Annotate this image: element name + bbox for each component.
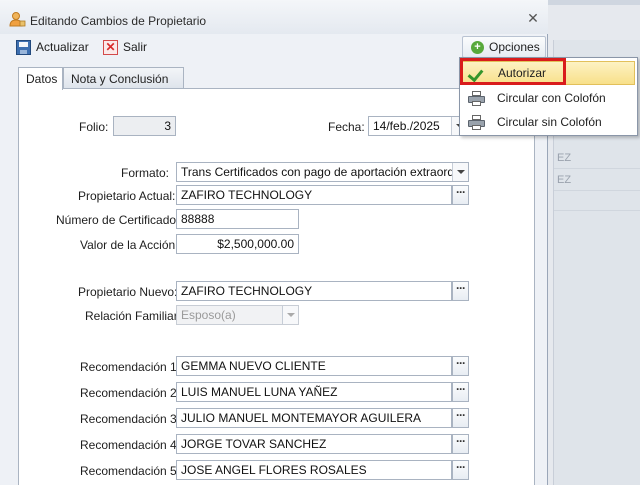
background-row: EZ bbox=[554, 169, 640, 191]
recomendacion-3-browse-button[interactable]: ··· bbox=[452, 408, 469, 428]
recomendacion-3-label: Recomendación 3: bbox=[80, 412, 181, 426]
propietario-actual-label: Propietario Actual: bbox=[78, 189, 176, 203]
recomendacion-1-field[interactable]: GEMMA NUEVO CLIENTE bbox=[176, 356, 452, 376]
close-icon[interactable]: ✕ bbox=[526, 11, 540, 25]
menu-item-label: Circular con Colofón bbox=[497, 91, 606, 105]
formato-label: Formato: bbox=[121, 166, 170, 180]
check-icon bbox=[466, 62, 488, 84]
background-row bbox=[554, 191, 640, 211]
plus-icon: + bbox=[471, 40, 484, 54]
menu-item-autorizar[interactable]: Autorizar bbox=[462, 61, 635, 85]
tab-datos[interactable]: Datos bbox=[18, 67, 63, 90]
relacion-familiar-label: Relación Familiar: bbox=[85, 309, 182, 323]
chevron-down-icon[interactable] bbox=[452, 163, 468, 181]
recomendacion-4-browse-button[interactable]: ··· bbox=[452, 434, 469, 454]
formato-select[interactable]: Trans Certificados con pago de aportació… bbox=[176, 162, 469, 182]
update-button-label: Actualizar bbox=[36, 40, 89, 54]
fecha-picker[interactable]: 14/feb./2025 bbox=[368, 116, 468, 136]
options-button[interactable]: + Opciones bbox=[462, 36, 546, 58]
titlebar[interactable]: Editando Cambios de Propietario ✕ bbox=[0, 0, 548, 34]
background-row-text: EZ bbox=[557, 174, 572, 186]
close-red-icon: ✕ bbox=[103, 39, 118, 55]
printer-icon bbox=[465, 87, 487, 109]
valor-accion-field[interactable]: $2,500,000.00 bbox=[176, 234, 299, 254]
propietario-actual-field[interactable]: ZAFIRO TECHNOLOGY bbox=[176, 185, 452, 205]
recomendacion-5-field[interactable]: JOSE ANGEL FLORES ROSALES bbox=[176, 460, 452, 480]
menu-item-circular-sin-colofon[interactable]: Circular sin Colofón bbox=[462, 110, 635, 134]
tab-nota-conclusion[interactable]: Nota y Conclusión bbox=[63, 67, 184, 89]
update-button[interactable]: Actualizar bbox=[16, 38, 89, 56]
printer-icon bbox=[465, 111, 487, 133]
propietario-actual-browse-button[interactable]: ··· bbox=[452, 185, 469, 205]
recomendacion-1-browse-button[interactable]: ··· bbox=[452, 356, 469, 376]
menu-item-circular-con-colofon[interactable]: Circular con Colofón bbox=[462, 86, 635, 110]
options-button-label: Opciones bbox=[489, 40, 540, 54]
user-edit-icon bbox=[9, 12, 26, 27]
tab-panel-datos: Folio: 3 Fecha: 14/feb./2025 Formato: Tr… bbox=[18, 88, 535, 485]
fecha-label: Fecha: bbox=[328, 120, 365, 134]
recomendacion-4-field[interactable]: JORGE TOVAR SANCHEZ bbox=[176, 434, 452, 454]
valor-accion-label: Valor de la Acción: bbox=[80, 238, 179, 252]
recomendacion-2-field[interactable]: LUIS MANUEL LUNA YAÑEZ bbox=[176, 382, 452, 402]
background-row: EZ bbox=[554, 147, 640, 169]
menu-item-label: Circular sin Colofón bbox=[497, 115, 602, 129]
exit-button-label: Salir bbox=[123, 40, 148, 54]
recomendacion-5-label: Recomendación 5: bbox=[80, 464, 181, 478]
propietario-nuevo-label: Propietario Nuevo: bbox=[78, 285, 178, 299]
background-titlebar bbox=[548, 0, 640, 5]
fecha-value: 14/feb./2025 bbox=[373, 119, 440, 133]
formato-value: Trans Certificados con pago de aportació… bbox=[181, 165, 455, 179]
recomendacion-4-label: Recomendación 4: bbox=[80, 438, 181, 452]
propietario-nuevo-browse-button[interactable]: ··· bbox=[452, 281, 469, 301]
numero-certificado-field[interactable]: 88888 bbox=[176, 209, 299, 229]
recomendacion-2-browse-button[interactable]: ··· bbox=[452, 382, 469, 402]
relacion-familiar-value: Esposo(a) bbox=[181, 308, 236, 322]
recomendacion-2-label: Recomendación 2: bbox=[80, 386, 181, 400]
recomendacion-1-label: Recomendación 1: bbox=[80, 360, 181, 374]
menu-item-label: Autorizar bbox=[498, 66, 547, 80]
numero-certificado-label: Número de Certificado: bbox=[56, 213, 180, 227]
folio-field[interactable]: 3 bbox=[113, 116, 176, 136]
recomendacion-5-browse-button[interactable]: ··· bbox=[452, 460, 469, 480]
folio-label: Folio: bbox=[79, 120, 109, 134]
background-row-text: EZ bbox=[557, 152, 572, 164]
window-title: Editando Cambios de Propietario bbox=[30, 14, 207, 28]
save-icon bbox=[16, 39, 31, 55]
chevron-down-icon bbox=[282, 306, 298, 324]
options-menu: Autorizar Circular con Colofón Circular … bbox=[459, 57, 638, 136]
recomendacion-3-field[interactable]: JULIO MANUEL MONTEMAYOR AGUILERA bbox=[176, 408, 452, 428]
exit-button[interactable]: ✕ Salir bbox=[103, 38, 147, 56]
relacion-familiar-select: Esposo(a) bbox=[176, 305, 299, 325]
propietario-nuevo-field[interactable]: ZAFIRO TECHNOLOGY bbox=[176, 281, 452, 301]
